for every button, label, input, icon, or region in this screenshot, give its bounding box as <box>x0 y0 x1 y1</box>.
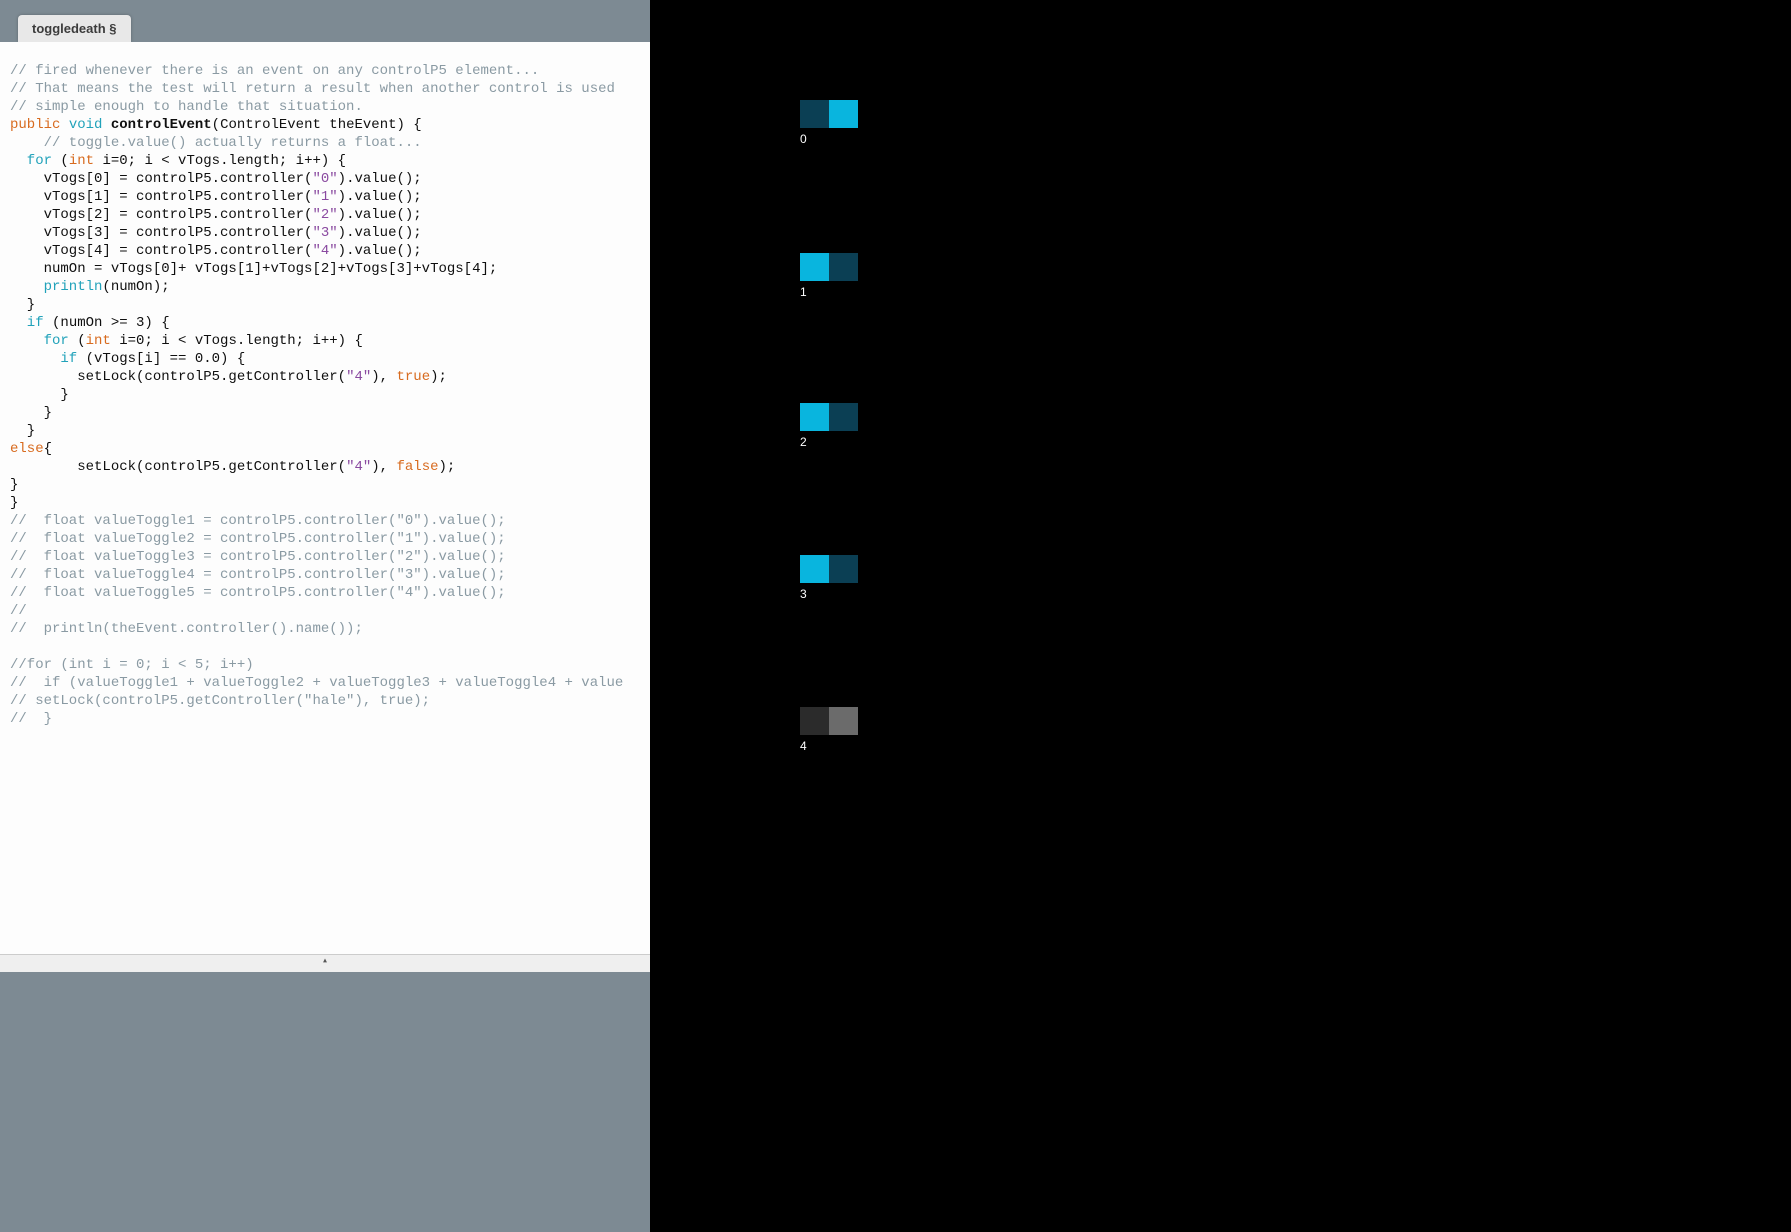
code-editor[interactable]: // fired whenever there is an event on a… <box>0 42 650 954</box>
code-function: controlEvent <box>111 117 212 133</box>
code-keyword: public <box>10 117 60 133</box>
toggle-label: 1 <box>800 285 858 299</box>
code-text: (ControlEvent theEvent) { <box>212 117 422 133</box>
toggle-left <box>800 253 829 281</box>
code-keyword: for <box>10 153 52 169</box>
code-string: "4" <box>346 369 371 385</box>
toggle-right <box>829 403 858 431</box>
toggle-right <box>829 100 858 128</box>
toggle-0[interactable]: 0 <box>800 100 858 146</box>
code-string: "3" <box>312 225 337 241</box>
code-keyword: if <box>10 315 44 331</box>
code-keyword: void <box>69 117 103 133</box>
status-strip[interactable]: ▴ <box>0 954 650 972</box>
code-comment: // fired whenever there is an event on a… <box>10 63 539 79</box>
code-keyword: true <box>397 369 431 385</box>
toggle-1[interactable]: 1 <box>800 253 858 299</box>
toggle-box[interactable] <box>800 100 858 128</box>
code-comment: // toggle.value() actually returns a flo… <box>10 135 422 151</box>
code-comment: // float valueToggle5 = controlP5.contro… <box>10 585 506 601</box>
code-keyword: else <box>10 441 44 457</box>
toggle-label: 3 <box>800 587 858 601</box>
toggle-box[interactable] <box>800 253 858 281</box>
toggle-4-locked: 4 <box>800 707 858 753</box>
code-comment: // float valueToggle2 = controlP5.contro… <box>10 531 506 547</box>
sketch-output: 0 1 2 3 4 <box>650 0 1791 1232</box>
code-comment: // simple enough to handle that situatio… <box>10 99 363 115</box>
code-string: "1" <box>312 189 337 205</box>
code-comment: // float valueToggle3 = controlP5.contro… <box>10 549 506 565</box>
toggle-box[interactable] <box>800 555 858 583</box>
code-comment: // <box>10 603 27 619</box>
code-comment: // float valueToggle1 = controlP5.contro… <box>10 513 506 529</box>
code-string: "4" <box>312 243 337 259</box>
code-string: "0" <box>312 171 337 187</box>
toggle-box[interactable] <box>800 403 858 431</box>
console-area <box>0 972 650 1232</box>
toggle-right <box>829 707 858 735</box>
toggle-label: 4 <box>800 739 858 753</box>
toggle-left <box>800 555 829 583</box>
code-comment: // float valueToggle4 = controlP5.contro… <box>10 567 506 583</box>
toggle-3[interactable]: 3 <box>800 555 858 601</box>
code-comment: // println(theEvent.controller().name())… <box>10 621 363 637</box>
toggle-left <box>800 707 829 735</box>
code-comment: // setLock(controlP5.getController("hale… <box>10 693 430 709</box>
toggle-right <box>829 555 858 583</box>
toggle-box <box>800 707 858 735</box>
toggle-left <box>800 403 829 431</box>
code-string: "2" <box>312 207 337 223</box>
toggle-label: 0 <box>800 132 858 146</box>
code-keyword: if <box>10 351 77 367</box>
toggle-left <box>800 100 829 128</box>
code-comment: //for (int i = 0; i < 5; i++) <box>10 657 254 673</box>
editor-pane: toggledeath § // fired whenever there is… <box>0 0 650 1232</box>
toggle-label: 2 <box>800 435 858 449</box>
code-type: int <box>86 333 111 349</box>
code-comment: // } <box>10 711 52 727</box>
code-keyword: println <box>10 279 102 295</box>
code-keyword: for <box>10 333 69 349</box>
tab-bar: toggledeath § <box>0 0 650 42</box>
toggle-2[interactable]: 2 <box>800 403 858 449</box>
sketch-tab[interactable]: toggledeath § <box>18 15 131 42</box>
code-keyword: false <box>397 459 439 475</box>
code-string: "4" <box>346 459 371 475</box>
code-comment: // That means the test will return a res… <box>10 81 615 97</box>
code-comment: // if (valueToggle1 + valueToggle2 + val… <box>10 675 623 691</box>
toggle-right <box>829 253 858 281</box>
code-type: int <box>69 153 94 169</box>
